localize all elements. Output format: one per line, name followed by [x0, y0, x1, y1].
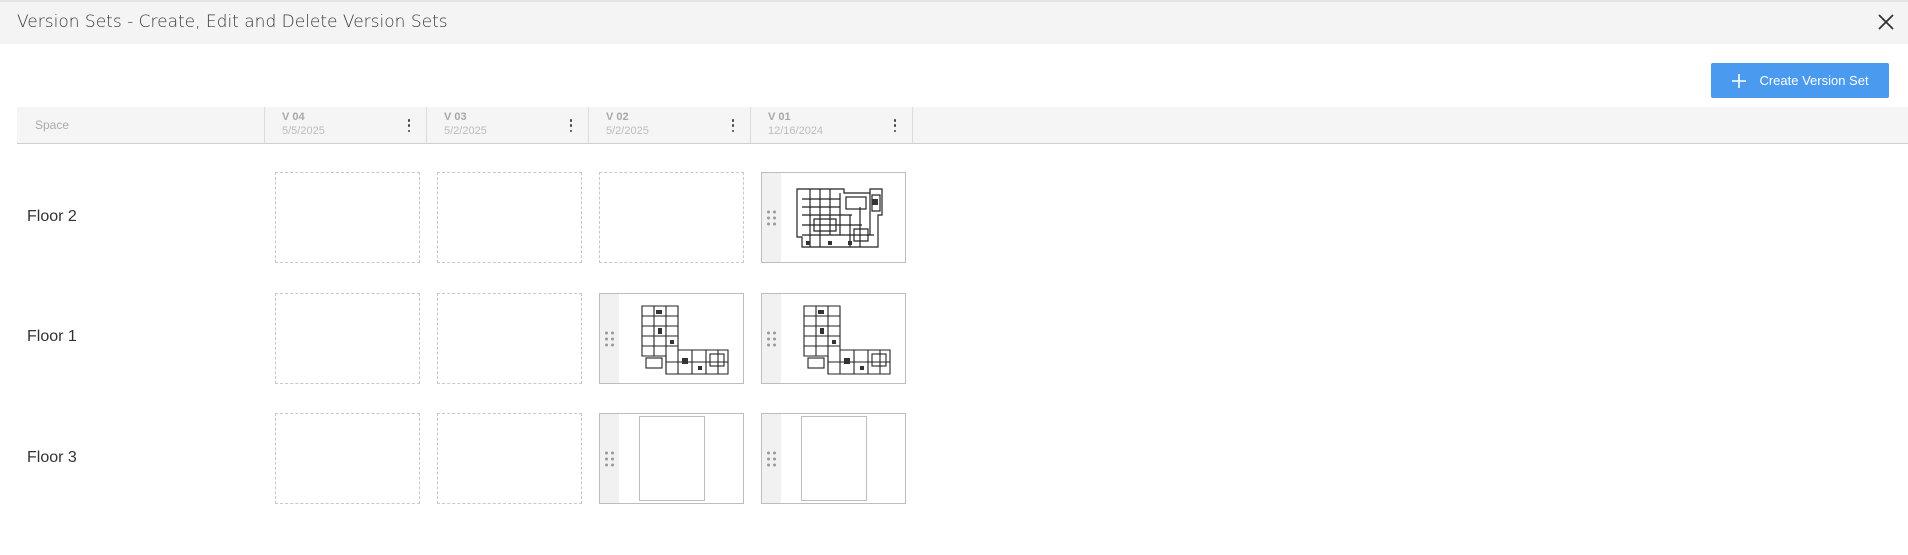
empty-sheet-slot[interactable]: [275, 293, 420, 384]
floor-plan-image: [641, 305, 729, 375]
drag-handle-icon[interactable]: [762, 414, 781, 503]
drag-handle-icon[interactable]: [762, 173, 781, 262]
version-table-header: Space V 04 5/5/2025 V 03 5/2/2025 V 02 5…: [17, 107, 1908, 144]
space-label-floor-2: Floor 2: [27, 208, 77, 225]
version-name: V 04: [282, 111, 305, 123]
blank-sheet-image: [639, 416, 705, 501]
sheet-thumbnail[interactable]: [599, 413, 744, 504]
floor-plan-image: [796, 188, 883, 248]
close-icon[interactable]: [1874, 10, 1898, 34]
space-column-header: Space: [17, 107, 265, 143]
drag-handle-icon[interactable]: [762, 294, 781, 383]
version-date: 5/2/2025: [444, 125, 487, 137]
blank-sheet-image: [801, 416, 867, 501]
dialog-titlebar: Version Sets - Create, Edit and Delete V…: [0, 0, 1908, 44]
version-date: 12/16/2024: [768, 125, 824, 137]
empty-sheet-slot[interactable]: [437, 293, 582, 384]
sheet-thumbnail[interactable]: [761, 293, 906, 384]
empty-sheet-slot[interactable]: [275, 413, 420, 504]
version-date: 5/2/2025: [606, 125, 649, 137]
version-name: V 02: [606, 111, 629, 123]
version-date: 5/5/2025: [282, 125, 325, 137]
sheet-thumbnail[interactable]: [761, 413, 906, 504]
create-version-set-button[interactable]: Create Version Set: [1711, 63, 1889, 98]
space-label-floor-1: Floor 1: [27, 328, 77, 345]
empty-sheet-slot[interactable]: [599, 172, 744, 263]
version-name: V 03: [444, 111, 467, 123]
empty-sheet-slot[interactable]: [437, 413, 582, 504]
more-vertical-icon[interactable]: [731, 119, 735, 132]
space-label-floor-3: Floor 3: [27, 449, 77, 466]
version-column-header: V 02 5/2/2025: [589, 107, 751, 143]
version-column-header: V 04 5/5/2025: [265, 107, 427, 143]
empty-sheet-slot[interactable]: [275, 172, 420, 263]
more-vertical-icon[interactable]: [407, 119, 411, 132]
sheet-thumbnail[interactable]: [599, 293, 744, 384]
sheet-thumbnail[interactable]: [761, 172, 906, 263]
more-vertical-icon[interactable]: [893, 119, 897, 132]
floor-plan-image: [803, 305, 891, 375]
version-column-header: V 03 5/2/2025: [427, 107, 589, 143]
dialog-title: Version Sets - Create, Edit and Delete V…: [17, 12, 448, 32]
empty-sheet-slot[interactable]: [437, 172, 582, 263]
create-version-set-label: Create Version Set: [1759, 73, 1869, 88]
plus-icon: [1732, 73, 1747, 88]
more-vertical-icon[interactable]: [569, 119, 573, 132]
space-header-label: Space: [35, 118, 70, 132]
version-name: V 01: [768, 111, 791, 123]
drag-handle-icon[interactable]: [600, 294, 619, 383]
version-column-header: V 01 12/16/2024: [751, 107, 913, 143]
drag-handle-icon[interactable]: [600, 414, 619, 503]
